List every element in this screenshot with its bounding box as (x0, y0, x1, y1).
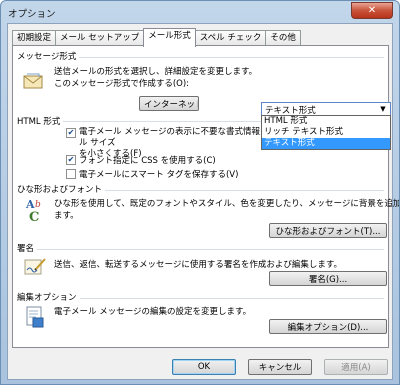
css-font-label: フォント指定に CSS を使用する(C) (79, 156, 216, 166)
tab-panel: メッセージ形式 送信メールの形式を選択し、詳細設定を変更します。 このメッセージ… (12, 45, 399, 348)
tab-other[interactable]: その他 (265, 30, 301, 46)
options-dialog: オプション ✕ 初期設定 メール セットアップ メール形式 スペル チェック そ… (0, 0, 400, 385)
format-option-html[interactable]: HTML 形式 (262, 116, 390, 127)
stationery-title: ひな形およびフォント (17, 183, 106, 195)
css-font-checkbox[interactable]: ✔ (66, 155, 76, 165)
apply-button[interactable]: 適用(A) (324, 359, 388, 375)
internet-format-button[interactable]: インターネット (139, 96, 199, 111)
tab-mail-setup[interactable]: メール セットアップ (55, 30, 145, 46)
format-option-rich-text[interactable]: リッチ テキスト形式 (262, 127, 390, 138)
stationery-description-line2: ます。 (54, 211, 79, 221)
smart-tags-checkbox-row[interactable]: 電子メールにスマート タグを保存する(V) (66, 168, 238, 180)
editor-options-button[interactable]: 編集オプション(D)... (269, 319, 387, 334)
window-title: オプション (8, 9, 56, 20)
html-format-title: HTML 形式 (17, 115, 64, 127)
css-font-checkbox-row[interactable]: ✔ フォント指定に CSS を使用する(C) (66, 154, 216, 166)
tab-spelling[interactable]: スペル チェック (194, 30, 267, 46)
tab-mail-format[interactable]: メール形式 (143, 28, 196, 47)
compose-format-dropdown: HTML 形式 リッチ テキスト形式 テキスト形式 (261, 115, 391, 150)
signature-description: 送信、返信、転送するメッセージに使用する署名を作成および編集します。 (54, 260, 342, 270)
signature-pen-icon (24, 258, 46, 275)
signature-title: 署名 (17, 242, 38, 254)
divider (17, 249, 384, 250)
editor-options-title: 編集オプション (17, 291, 80, 303)
font-abc-icon: A b C (25, 198, 41, 223)
svg-text:b: b (35, 200, 41, 210)
compose-format-label: このメッセージ形式で作成する(O): (54, 79, 190, 89)
ok-button[interactable]: OK (172, 359, 236, 375)
cancel-button[interactable]: キャンセル (248, 359, 312, 375)
compose-format-select[interactable]: テキスト形式 ▼ (261, 102, 391, 116)
dropdown-arrow-icon[interactable]: ▼ (376, 103, 390, 115)
title-bar[interactable]: オプション ✕ (1, 1, 399, 23)
document-edit-icon (26, 306, 44, 328)
svg-text:C: C (29, 210, 39, 223)
stationery-fonts-button[interactable]: ひな形およびフォント(T)... (269, 223, 387, 238)
format-option-plain-text[interactable]: テキスト形式 (262, 138, 390, 149)
tab-strip: 初期設定 メール セットアップ メール形式 スペル チェック その他 (12, 28, 301, 47)
envelope-icon (23, 73, 43, 89)
signatures-button[interactable]: 署名(G)... (269, 271, 387, 286)
editor-options-description: 電子メール メッセージの編集の設定を変更します。 (54, 307, 252, 317)
smart-tags-checkbox[interactable] (66, 169, 76, 179)
message-format-title: メッセージ形式 (17, 50, 80, 62)
dialog-client: 初期設定 メール セットアップ メール形式 スペル チェック その他 メッセージ… (7, 23, 399, 380)
stationery-description-line1: ひな形を使用して、既定のフォントやスタイル、色を変更したり、メッセージに背景を追… (54, 199, 400, 209)
close-button[interactable]: ✕ (351, 2, 393, 19)
message-format-description: 送信メールの形式を選択し、詳細設定を変更します。 (54, 67, 258, 77)
reduce-size-checkbox[interactable]: ✔ (66, 128, 76, 138)
smart-tags-label: 電子メールにスマート タグを保存する(V) (79, 170, 239, 180)
tab-general[interactable]: 初期設定 (12, 30, 57, 46)
